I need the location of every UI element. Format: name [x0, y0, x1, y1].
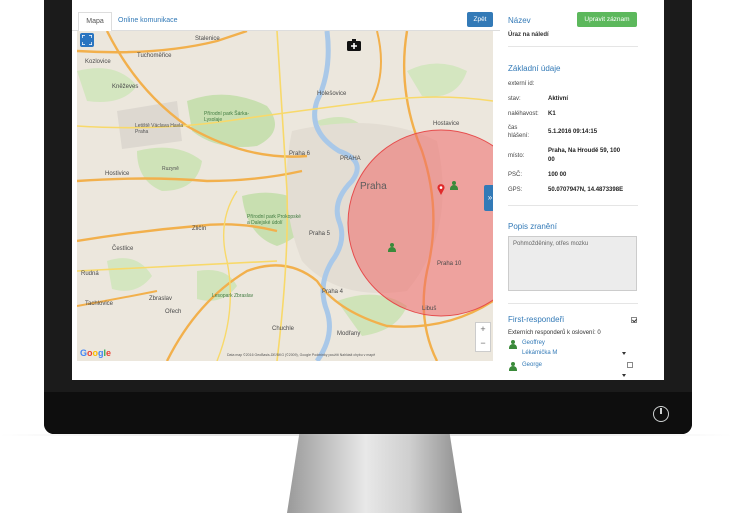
responder-icon [509, 340, 517, 349]
map-label: Tuchoměřice [137, 53, 172, 59]
back-button[interactable]: Zpět [467, 12, 493, 27]
map-label: Ořech [165, 309, 182, 315]
incident-name: Úraz na náledí [508, 32, 549, 38]
divider [508, 303, 638, 304]
responder-name[interactable]: Geoffrey [522, 340, 545, 346]
monitor-bezel [44, 392, 692, 434]
map-label: Modřany [337, 331, 361, 337]
field-label: hlášení: [508, 133, 530, 139]
divider [508, 46, 638, 47]
map-label: Zličín [192, 226, 207, 232]
field-label: naléhavost: [508, 111, 539, 117]
map-label: Přírodní park Prokopské a Dalejské údolí [247, 214, 301, 226]
map-label: Stalenice [195, 36, 220, 42]
field-label: GPS: [508, 187, 523, 193]
google-logo: Google [80, 348, 112, 358]
city-label: Praha [360, 181, 387, 192]
map-label: Přírodní park Šárka-Lysolaje [204, 111, 250, 123]
app-screen: Mapa Online komunikace Zpět Stalenice Tu… [72, 0, 664, 380]
map-attribution[interactable]: Data map ©2016 GeoBasis-DE/BKG (©2009), … [227, 353, 375, 357]
gps-value: 50.0707947N, 14.4873398E [548, 187, 624, 193]
map-label: PRAHA [340, 156, 361, 162]
map-label: Praha 10 [437, 261, 462, 267]
fullscreen-button[interactable] [80, 33, 94, 47]
map-label: Chuchle [272, 326, 295, 332]
map-label: Lesopark Zbraslav [212, 293, 254, 299]
first-responders-heading: First-respondeři [508, 315, 565, 324]
monitor-stand [287, 434, 462, 513]
responder-icon [509, 362, 517, 371]
location-value: 00 [548, 157, 555, 163]
zoom-out-button[interactable]: − [476, 337, 490, 351]
zoom-in-button[interactable]: + [476, 323, 490, 337]
status-value: Aktivní [548, 96, 569, 102]
name-heading: Název [508, 16, 531, 25]
injury-description-text: Pohmožděniny, otřes mozku [513, 241, 589, 247]
field-label: stav: [508, 96, 521, 102]
injury-heading: Popis zranění [508, 222, 557, 231]
chevron-down-icon[interactable] [622, 374, 626, 377]
injury-description-field[interactable]: Pohmožděniny, otřes mozku [508, 236, 637, 291]
map-label: Hostavice [433, 121, 460, 127]
panel-toggle-button[interactable]: » [484, 185, 493, 211]
map-label: Hostivice [105, 171, 130, 177]
power-icon[interactable] [653, 406, 669, 422]
basic-info-heading: Základní údaje [508, 64, 561, 73]
map-label: Kozlovice [85, 59, 111, 65]
postcode-value: 100 00 [548, 172, 567, 178]
map-label: Tachlovice [85, 301, 114, 307]
responder-detail[interactable]: Lékámička M [522, 350, 557, 356]
location-value: Praha, Na Hroudě 59, 100 [548, 148, 621, 154]
field-label: PSČ: [508, 172, 523, 178]
responder-name[interactable]: George [522, 362, 542, 368]
chevron-down-icon[interactable] [622, 352, 626, 355]
field-label: externí id: [508, 81, 535, 87]
external-responders-count: Externích responderů k oslovení: 0 [508, 330, 601, 336]
map-label: Praha 4 [322, 289, 344, 295]
map-label: Praha 5 [309, 231, 331, 237]
map-label: Praha 6 [289, 151, 311, 157]
urgency-value: K1 [548, 111, 556, 117]
divider [508, 205, 638, 206]
map-view[interactable]: Stalenice Tuchoměřice Kozlovice Kněževes… [77, 31, 493, 361]
zoom-control: + − [475, 322, 491, 352]
map-label: Holešovice [317, 91, 347, 97]
first-responders-checkbox[interactable] [631, 317, 637, 323]
edit-record-button[interactable]: Upravit záznam [577, 12, 637, 27]
tab-online-communication[interactable]: Online komunikace [118, 12, 178, 30]
map-label: Ruzyně [162, 166, 179, 172]
map-label: Kněževes [112, 84, 139, 90]
tab-bar: Mapa Online komunikace Zpět [72, 0, 500, 31]
map-label: Čestlice [112, 246, 134, 252]
map-label: Libuš [422, 306, 437, 312]
field-label: čas [508, 125, 518, 131]
map-label: Zbraslav [149, 296, 173, 302]
tab-map[interactable]: Mapa [78, 12, 112, 31]
incident-detail-panel: Název Upravit záznam Úraz na náledí Zákl… [508, 0, 664, 380]
map-label: Rudná [81, 271, 99, 277]
report-time-value: 5.1.2016 09:14:15 [548, 129, 598, 135]
responder-checkbox[interactable] [627, 362, 633, 368]
field-label: místo: [508, 153, 525, 159]
responder-marker-icon[interactable] [450, 181, 458, 190]
responder-marker-icon[interactable] [388, 243, 396, 252]
map-label: Letiště Václava Havla Praha [135, 123, 184, 135]
fullscreen-icon [82, 35, 92, 45]
